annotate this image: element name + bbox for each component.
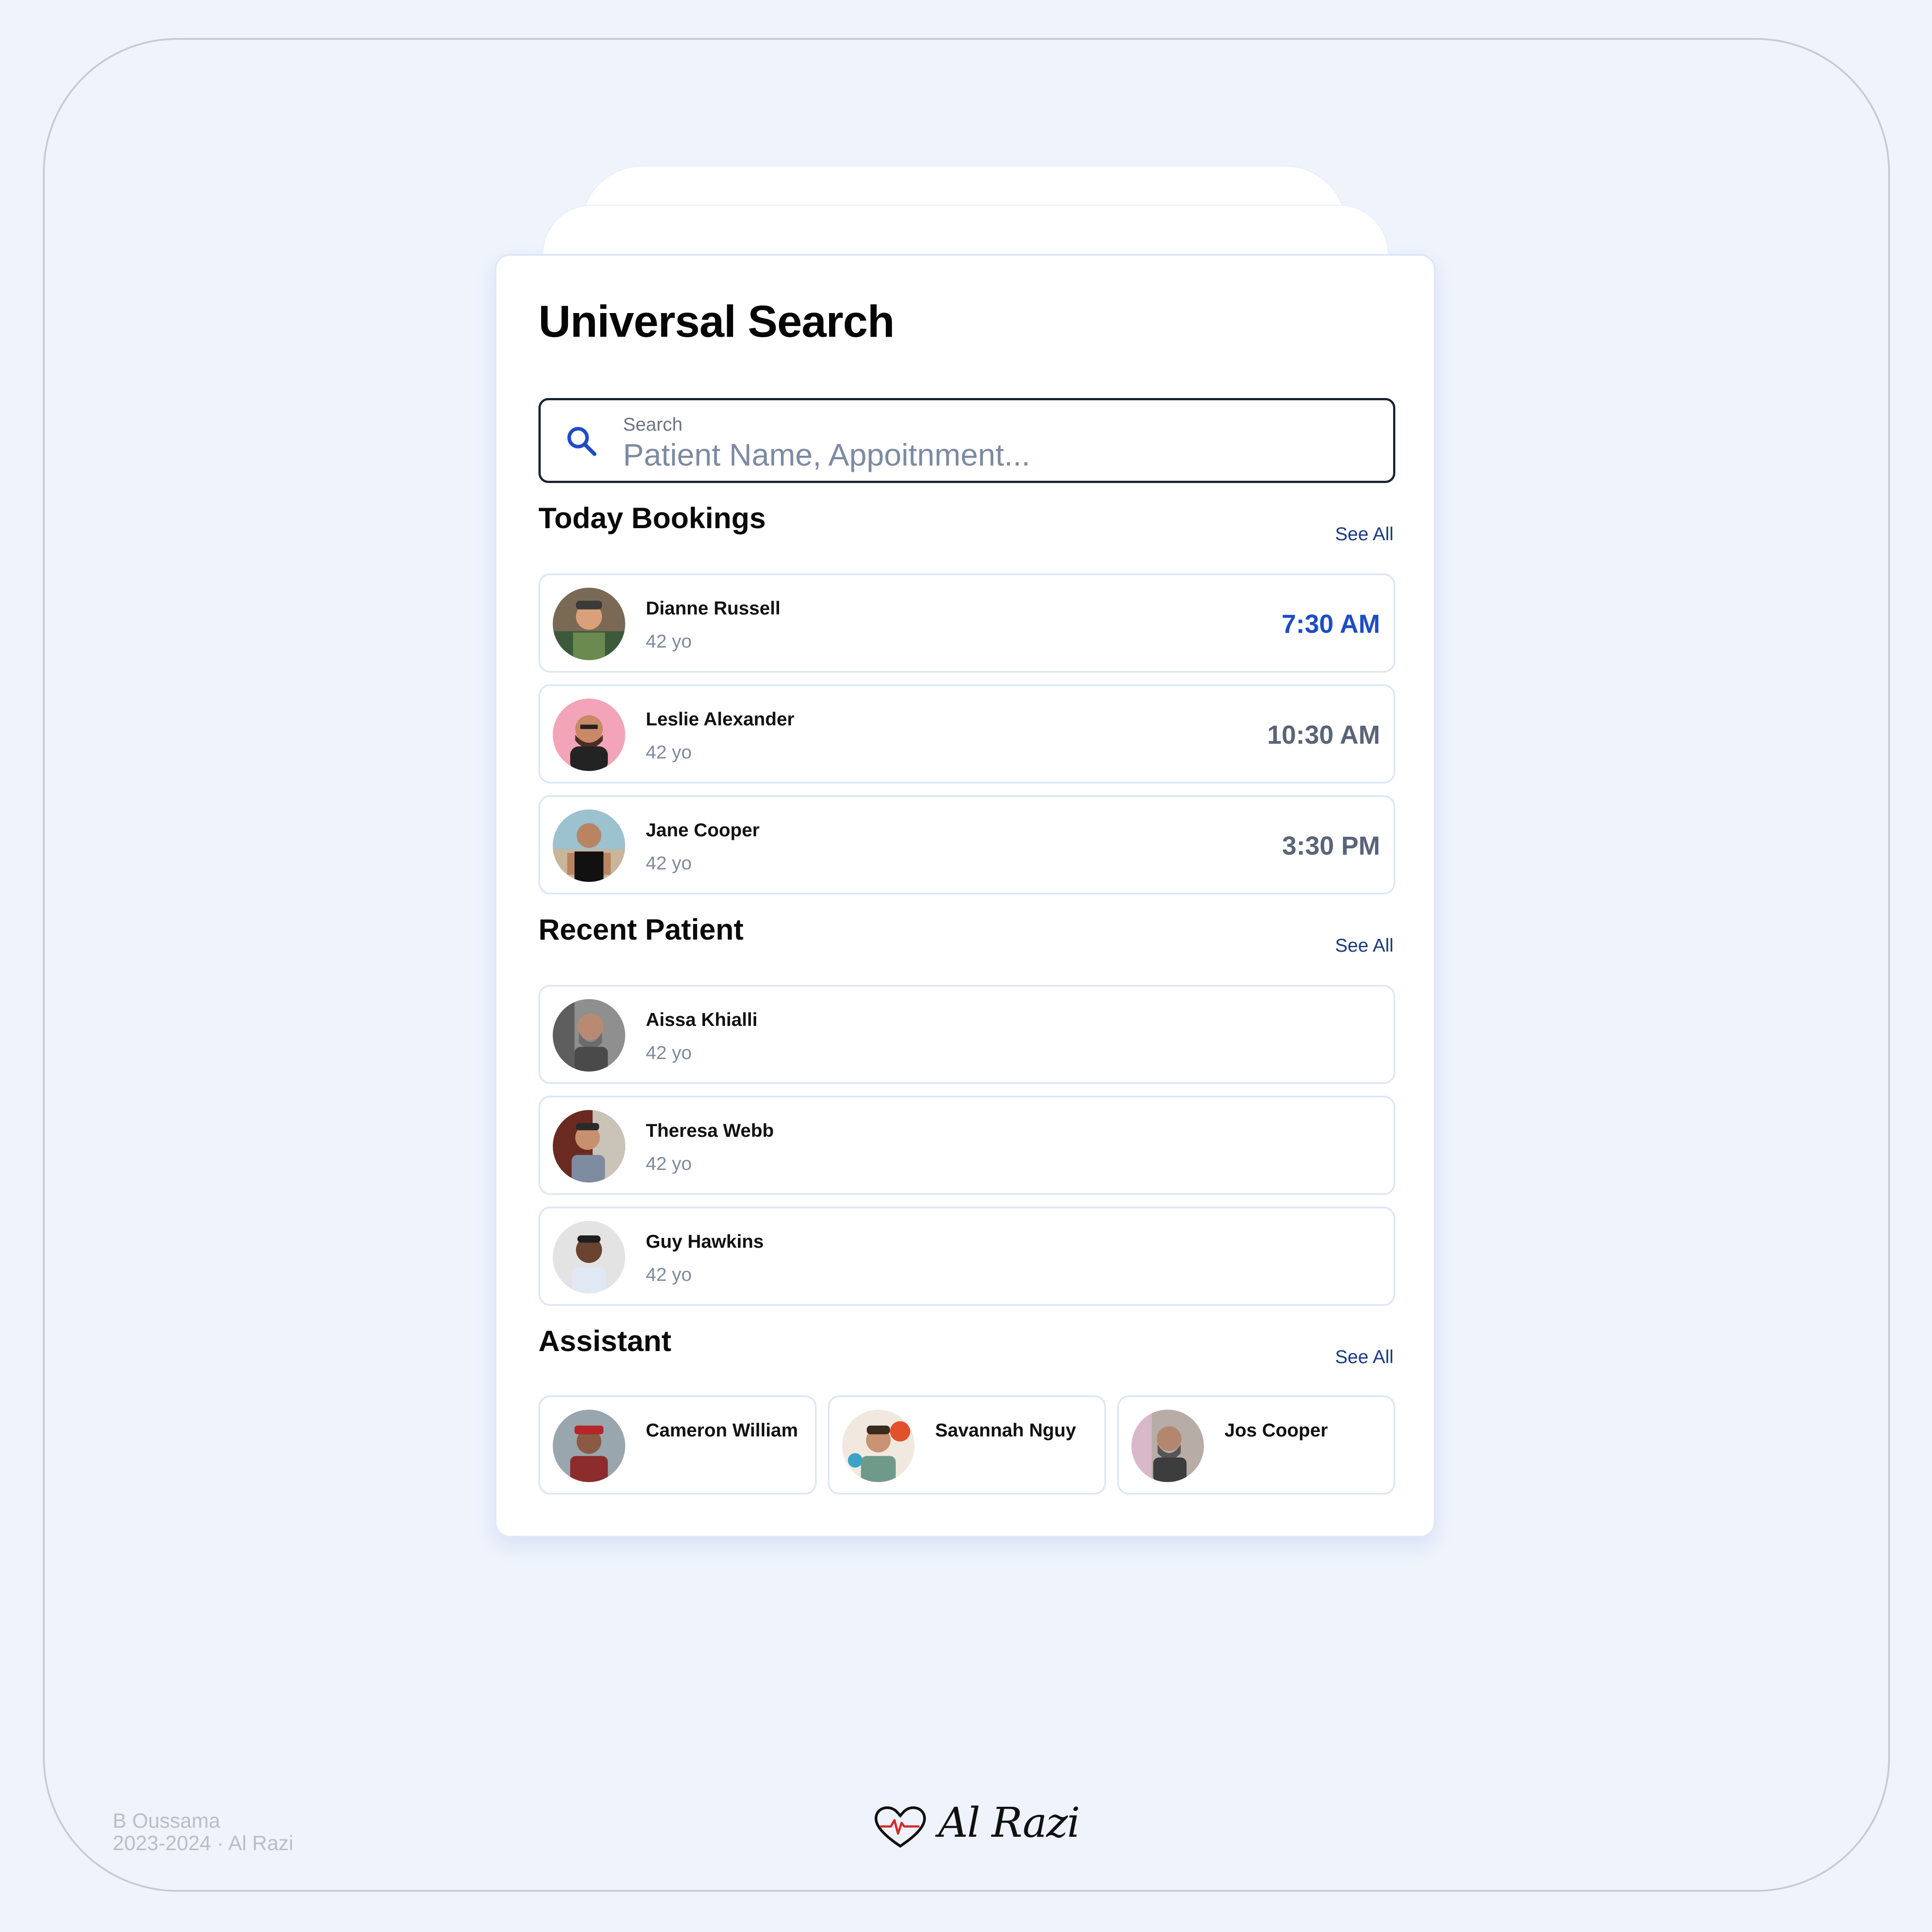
heart-pulse-icon: [874, 1806, 926, 1848]
see-all-bookings-link[interactable]: See All: [1335, 523, 1394, 545]
credit-author: B Oussama: [113, 1809, 220, 1832]
search-label: Search: [623, 414, 683, 435]
patient-row[interactable]: Guy Hawkins 42 yo: [538, 1207, 1395, 1306]
patient-name: Guy Hawkins: [646, 1231, 764, 1252]
section-title-assistant: Assistant: [538, 1324, 672, 1357]
patient-row[interactable]: Theresa Webb 42 yo: [538, 1096, 1395, 1195]
credit-year: 2023-2024 · Al Razi: [113, 1831, 294, 1855]
booking-time: 10:30 AM: [1267, 720, 1380, 750]
avatar: [553, 1221, 625, 1293]
search-input[interactable]: Search Patient Name, Appoitnment...: [538, 398, 1395, 483]
avatar: [1131, 1410, 1204, 1482]
patient-age: 42 yo: [646, 1264, 692, 1285]
assistant-card[interactable]: Jos Cooper: [1117, 1395, 1395, 1495]
avatar: [553, 999, 625, 1072]
footer-credit: B Oussama 2023-2024 · Al Razi: [113, 1809, 293, 1854]
avatar: [553, 588, 625, 660]
avatar: [553, 1410, 625, 1482]
patient-row[interactable]: Aissa Khialli 42 yo: [538, 985, 1395, 1084]
assistant-name: Jos Cooper: [1224, 1419, 1328, 1441]
booking-row[interactable]: Leslie Alexander 42 yo 10:30 AM: [538, 684, 1395, 784]
search-icon: [567, 427, 597, 456]
section-title-today-bookings: Today Bookings: [538, 501, 766, 534]
avatar: [553, 809, 625, 882]
booking-row[interactable]: Jane Cooper 42 yo 3:30 PM: [538, 795, 1395, 894]
booking-time: 7:30 AM: [1281, 610, 1380, 639]
patient-name: Theresa Webb: [646, 1120, 774, 1141]
assistant-card[interactable]: Savannah Nguy: [828, 1395, 1106, 1495]
patient-name: Jane Cooper: [646, 819, 760, 840]
patient-age: 42 yo: [646, 852, 692, 873]
booking-time: 3:30 PM: [1282, 831, 1380, 860]
patient-age: 42 yo: [646, 1042, 692, 1063]
section-title-recent-patient: Recent Patient: [538, 913, 744, 946]
page-title: Universal Search: [538, 297, 895, 347]
avatar: [842, 1410, 915, 1482]
universal-search-card: Universal Search Search Patient Name, Ap…: [495, 254, 1436, 1538]
brand-logo-text: Al Razi: [938, 1799, 1080, 1847]
booking-row[interactable]: Dianne Russell 42 yo 7:30 AM: [538, 573, 1395, 673]
patient-name: Leslie Alexander: [646, 708, 795, 729]
assistant-name: Savannah Nguy: [935, 1419, 1076, 1441]
see-all-assistant-link[interactable]: See All: [1335, 1346, 1394, 1368]
assistant-name: Cameron William: [646, 1419, 798, 1441]
see-all-recent-link[interactable]: See All: [1335, 935, 1394, 956]
patient-age: 42 yo: [646, 631, 692, 652]
patient-name: Aissa Khialli: [646, 1009, 758, 1030]
avatar: [553, 1110, 625, 1182]
avatar: [553, 699, 625, 771]
search-placeholder[interactable]: Patient Name, Appoitnment...: [623, 437, 1030, 473]
assistant-card[interactable]: Cameron William: [538, 1395, 817, 1495]
patient-age: 42 yo: [646, 741, 692, 763]
patient-age: 42 yo: [646, 1153, 692, 1174]
patient-name: Dianne Russell: [646, 597, 781, 619]
